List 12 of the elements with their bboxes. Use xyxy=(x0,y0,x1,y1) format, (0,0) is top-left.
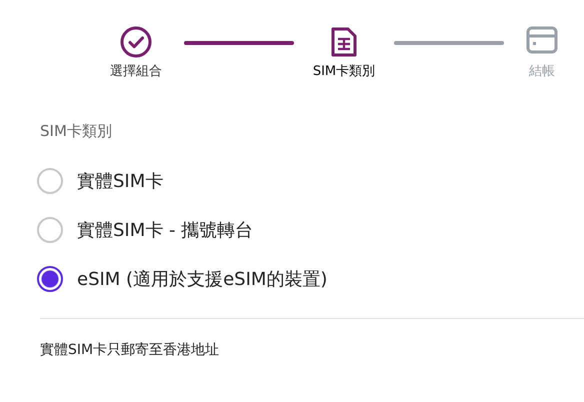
credit-card-icon xyxy=(526,26,558,54)
radio-option[interactable]: 實體SIM卡 xyxy=(37,168,584,194)
sim-card-icon xyxy=(330,26,358,58)
step-label: SIM卡類別 xyxy=(312,63,376,80)
step-label: 選擇組合 xyxy=(110,63,162,80)
note-text: 實體SIM卡只郵寄至香港地址 xyxy=(40,341,220,359)
radio-option[interactable]: 實體SIM卡 - 攜號轉台 xyxy=(37,217,584,243)
check-circle-icon xyxy=(120,26,152,58)
step-label: 結帳 xyxy=(529,63,555,80)
section-title: SIM卡類別 xyxy=(40,122,113,141)
radio-option[interactable]: eSIM (適用於支援eSIM的裝置) xyxy=(37,266,584,292)
radio-button[interactable] xyxy=(37,266,63,292)
